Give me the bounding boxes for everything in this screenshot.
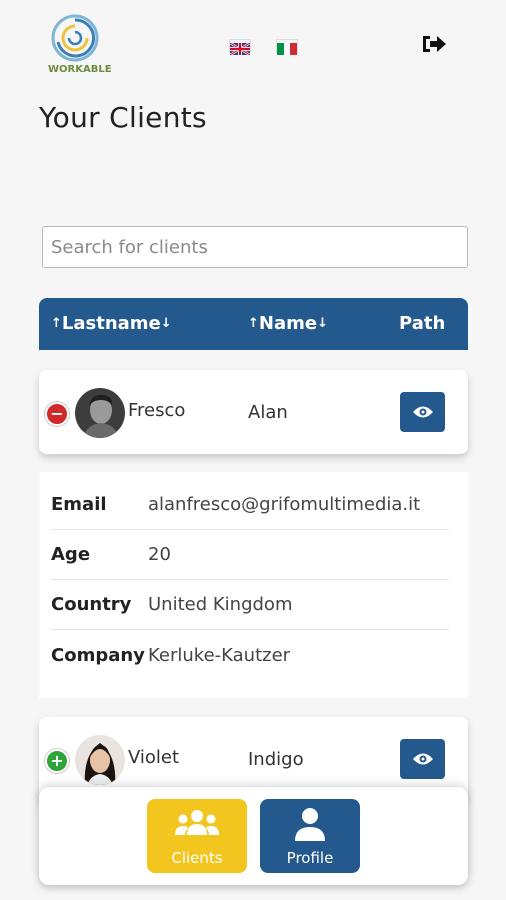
nav-profile-button[interactable]: Profile (260, 799, 360, 873)
detail-value: alanfresco@grifomultimedia.it (148, 494, 421, 515)
table-row: − Fresco Alan (39, 370, 468, 454)
users-group-icon (175, 810, 219, 835)
eye-icon (412, 406, 433, 418)
avatar (75, 735, 125, 785)
column-label-path: Path (399, 313, 446, 334)
cell-name: Indigo (248, 749, 304, 770)
detail-row-country: Country United Kingdom (51, 580, 449, 630)
logo-text: WORKABLE (48, 64, 112, 75)
column-label-name: Name (258, 313, 318, 334)
sort-up-icon[interactable]: ↑ (51, 316, 62, 331)
expand-row-icon[interactable]: + (45, 749, 69, 773)
client-details-panel: Email alanfresco@grifomultimedia.it Age … (39, 472, 468, 698)
detail-value: United Kingdom (148, 594, 293, 615)
view-path-button[interactable] (400, 392, 445, 432)
detail-label: Country (51, 594, 132, 615)
nav-profile-label: Profile (286, 849, 334, 867)
nav-clients-label: Clients (171, 849, 223, 867)
detail-value: 20 (148, 544, 171, 565)
detail-row-email: Email alanfresco@grifomultimedia.it (51, 480, 449, 530)
logo-swirl-icon (51, 14, 99, 62)
top-bar: WORKABLE (0, 0, 506, 90)
search-input[interactable] (42, 226, 468, 268)
detail-label: Email (51, 494, 107, 515)
detail-row-age: Age 20 (51, 530, 449, 580)
collapse-row-icon[interactable]: − (45, 402, 69, 426)
logout-icon[interactable] (420, 33, 448, 55)
nav-clients-button[interactable]: Clients (147, 799, 247, 873)
user-icon (295, 808, 325, 841)
detail-value: Kerluke-Kautzer (148, 644, 291, 666)
sort-down-icon[interactable]: ↓ (317, 316, 328, 331)
sort-up-icon[interactable]: ↑ (248, 316, 259, 331)
column-header-name[interactable]: ↑ Name ↓ (248, 313, 328, 334)
column-header-lastname[interactable]: ↑ Lastname ↓ (51, 313, 172, 334)
cell-name: Alan (248, 402, 288, 423)
eye-icon (412, 753, 433, 765)
detail-label: Company (51, 644, 145, 666)
detail-row-company: Company Kerluke-Kautzer (51, 630, 449, 680)
view-path-button[interactable] (400, 739, 445, 779)
detail-label: Age (51, 544, 91, 565)
table-header: ↑ Lastname ↓ ↑ Name ↓ Path (39, 298, 468, 350)
column-header-path: Path (399, 313, 445, 334)
flag-uk-icon[interactable] (229, 39, 251, 57)
cell-lastname: Violet (128, 747, 180, 768)
column-label-lastname: Lastname (61, 313, 161, 334)
page-title: Your Clients (39, 101, 207, 134)
sort-down-icon[interactable]: ↓ (161, 316, 172, 331)
avatar (75, 388, 125, 438)
bottom-navigation: Clients Profile (39, 787, 468, 885)
cell-lastname: Fresco (128, 400, 186, 421)
flag-italy-icon[interactable] (276, 39, 298, 55)
